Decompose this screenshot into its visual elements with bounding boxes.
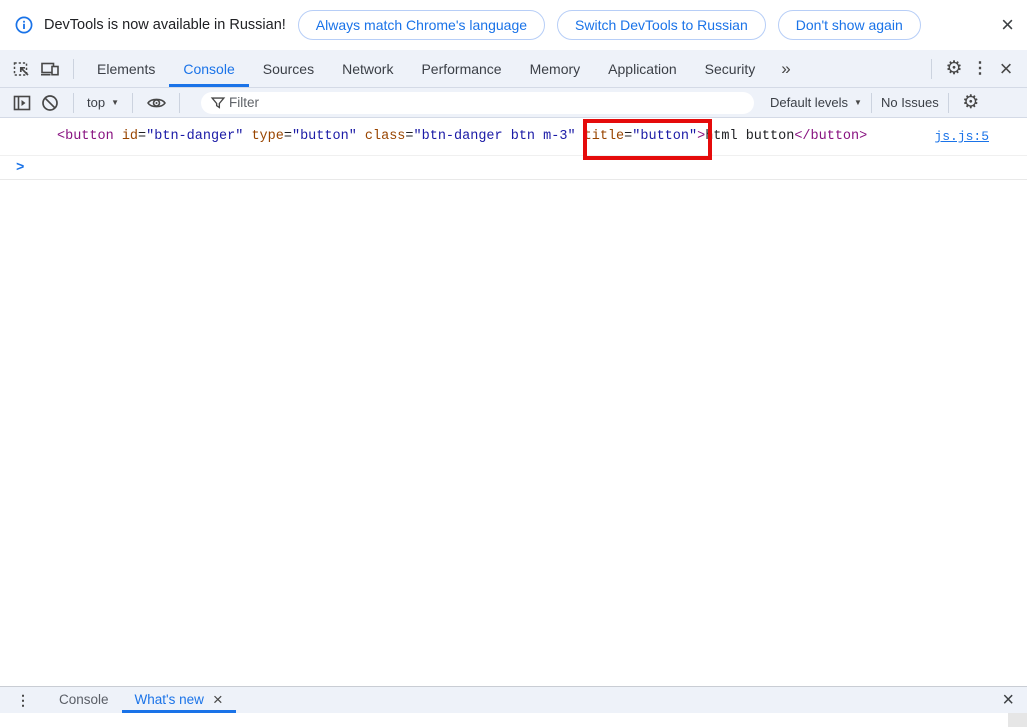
close-devtools-icon[interactable]: ×	[993, 56, 1019, 82]
code-token: >	[697, 129, 706, 144]
toolbar-separator	[870, 92, 872, 113]
code-token: "btn-danger"	[146, 129, 244, 144]
toolbar-separator	[179, 92, 180, 113]
console-log-message: <button id = "btn-danger" type = "button" cl…	[0, 118, 1027, 156]
drawer-tab-label: What's new	[134, 692, 204, 707]
code-token: </button>	[794, 129, 868, 144]
code-token: =	[138, 129, 147, 144]
dont-show-again-button[interactable]: Don't show again	[777, 10, 921, 40]
code-token: =	[624, 129, 633, 144]
tab-close-icon[interactable]: ×	[213, 691, 223, 708]
log-levels-dropdown[interactable]: Default levels ▼	[770, 95, 862, 110]
drawer-tab-label: Console	[59, 692, 109, 707]
code-token: type	[243, 129, 284, 144]
toolbar-separator	[947, 92, 949, 113]
code-token: "button"	[291, 129, 357, 144]
tab-security[interactable]: Security	[691, 50, 770, 87]
tab-elements[interactable]: Elements	[83, 50, 169, 87]
filter-input-box	[201, 91, 754, 114]
tab-memory[interactable]: Memory	[516, 50, 595, 87]
context-selector-label: top	[87, 95, 106, 110]
chevron-down-icon: ▼	[854, 98, 862, 107]
panel-tabs: Elements Console Sources Network Perform…	[83, 50, 803, 87]
scrollbar-corner	[1008, 713, 1027, 727]
filter-input[interactable]	[227, 94, 746, 111]
drawer-menu-icon[interactable]: ⋮	[16, 692, 30, 709]
console-toolbar: top ▼ Default levels ▼ No Issues ⚙	[0, 88, 1027, 118]
filter-funnel-icon	[209, 94, 227, 112]
code-token: class	[356, 129, 406, 144]
code-token: "button"	[632, 129, 698, 144]
tab-console[interactable]: Console	[169, 50, 249, 87]
console-sidebar-icon[interactable]	[8, 89, 36, 117]
switch-devtools-russian-button[interactable]: Switch DevTools to Russian	[557, 10, 766, 40]
code-token: =	[405, 129, 414, 144]
console-settings-gear-icon[interactable]: ⚙	[958, 90, 984, 116]
clear-console-icon[interactable]	[36, 89, 64, 117]
more-tabs-icon[interactable]: »	[769, 50, 802, 87]
tab-performance[interactable]: Performance	[407, 50, 515, 87]
notification-message: DevTools is now available in Russian!	[44, 17, 286, 33]
console-prompt-row[interactable]: >	[0, 156, 1027, 180]
toolbar-separator	[73, 92, 74, 113]
code-token: id	[113, 129, 139, 144]
customize-menu-icon[interactable]: ⋮	[967, 56, 993, 82]
drawer-content-strip	[0, 713, 1027, 727]
context-selector[interactable]: top ▼	[83, 95, 123, 110]
toolbar-separator	[931, 58, 932, 79]
info-icon	[14, 15, 34, 35]
inspect-element-icon[interactable]	[8, 55, 36, 83]
chevron-down-icon: ▼	[111, 98, 119, 107]
code-token: "btn-danger btn m-3"	[413, 129, 576, 144]
notification-close-icon[interactable]: ×	[1001, 14, 1014, 36]
settings-gear-icon[interactable]: ⚙	[941, 56, 967, 82]
console-messages-area: <button id = "btn-danger" type = "button" cl…	[0, 118, 1027, 686]
toolbar-right-controls: ⚙ ⋮ ×	[922, 50, 1027, 87]
tab-sources[interactable]: Sources	[249, 50, 328, 87]
log-levels-label: Default levels	[770, 95, 849, 110]
drawer-tab-console[interactable]: Console	[46, 687, 122, 713]
prompt-chevron-icon: >	[16, 159, 25, 176]
code-token: =	[283, 129, 292, 144]
live-expression-eye-icon[interactable]	[142, 89, 170, 117]
drawer-close-icon[interactable]: ×	[1002, 690, 1014, 710]
toolbar-separator	[73, 58, 74, 79]
drawer-toolbar: ⋮ Console What's new × ×	[0, 686, 1027, 713]
device-toolbar-icon[interactable]	[36, 55, 64, 83]
toolbar-separator	[132, 92, 133, 113]
notification-bar: DevTools is now available in Russian! Al…	[0, 0, 1027, 50]
code-token: <button	[57, 129, 114, 144]
source-location-link[interactable]: js.js:5	[934, 129, 989, 144]
drawer-tab-whats-new[interactable]: What's new ×	[121, 687, 236, 713]
issues-counter[interactable]: No Issues	[881, 95, 939, 110]
tab-network[interactable]: Network	[328, 50, 407, 87]
main-toolbar: Elements Console Sources Network Perform…	[0, 50, 1027, 88]
code-token: html button	[705, 129, 795, 144]
code-token: title	[575, 129, 625, 144]
tab-application[interactable]: Application	[594, 50, 691, 87]
always-match-language-button[interactable]: Always match Chrome's language	[297, 10, 546, 40]
